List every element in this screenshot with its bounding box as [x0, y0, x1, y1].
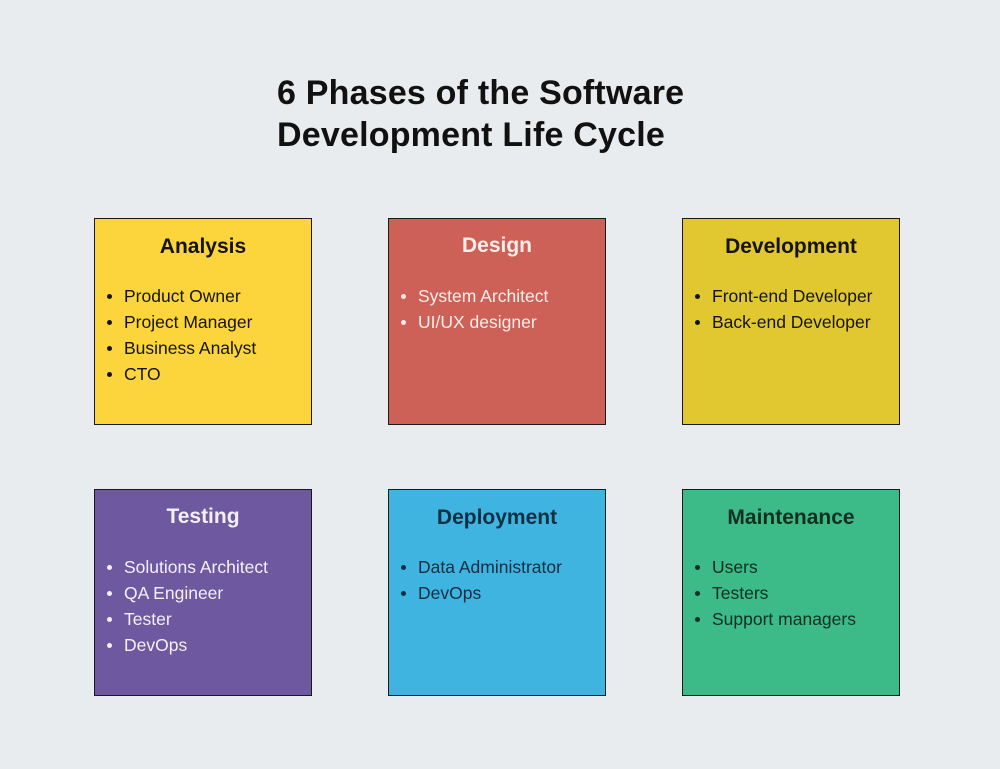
- role-label: Data Administrator: [418, 557, 562, 577]
- role-label: QA Engineer: [124, 583, 224, 603]
- role-label: Users: [712, 557, 758, 577]
- role-label: Front-end Developer: [712, 286, 873, 306]
- phase-title: Design: [461, 234, 532, 257]
- role-list: System Architect UI/UX designer: [399, 283, 548, 335]
- phase-title: Analysis: [159, 235, 247, 258]
- role-label: Testers: [712, 583, 769, 603]
- phase-title: Maintenance: [727, 506, 855, 529]
- role-item: Testers: [693, 580, 856, 606]
- role-list: Data Administrator DevOps: [399, 554, 562, 606]
- role-label: DevOps: [124, 635, 188, 655]
- phase-card-design: Design System Architect UI/UX designer: [388, 218, 606, 425]
- phase-card-testing: Testing Solutions Architect QA Engineer …: [94, 489, 312, 696]
- role-item: Data Administrator: [399, 554, 562, 580]
- bullet-icon: [107, 293, 112, 299]
- role-item: UI/UX designer: [399, 309, 548, 335]
- phase-card-maintenance: Maintenance Users Testers Support manage…: [682, 489, 900, 696]
- role-list: Solutions Architect QA Engineer Tester D…: [105, 554, 268, 658]
- role-item: Solutions Architect: [105, 554, 268, 580]
- bullet-icon: [107, 590, 112, 596]
- role-item: Front-end Developer: [693, 283, 873, 309]
- phase-card-deployment: Deployment Data Administrator DevOps: [388, 489, 606, 696]
- bullet-icon: [695, 616, 700, 622]
- role-item: System Architect: [399, 283, 548, 309]
- role-label: System Architect: [418, 286, 549, 306]
- role-list: Product Owner Project Manager Business A…: [105, 283, 256, 387]
- role-item: Tester: [105, 606, 268, 632]
- role-item: Project Manager: [105, 309, 256, 335]
- role-label: Tester: [124, 609, 172, 629]
- bullet-icon: [695, 293, 700, 299]
- role-label: DevOps: [418, 583, 482, 603]
- phase-title: Development: [725, 235, 857, 258]
- bullet-icon: [695, 319, 700, 325]
- bullet-icon: [695, 590, 700, 596]
- bullet-icon: [107, 642, 112, 648]
- role-item: Product Owner: [105, 283, 256, 309]
- bullet-icon: [107, 345, 112, 351]
- role-label: Solutions Architect: [124, 557, 268, 577]
- phase-card-development: Development Front-end Developer Back-end…: [682, 218, 900, 425]
- role-item: Back-end Developer: [693, 309, 873, 335]
- role-list: Front-end Developer Back-end Developer: [693, 283, 873, 335]
- role-item: CTO: [105, 361, 256, 387]
- role-item: Business Analyst: [105, 335, 256, 361]
- diagram-title: 6 Phases of the Software Development Lif…: [277, 72, 684, 156]
- bullet-icon: [401, 590, 406, 596]
- role-list: Users Testers Support managers: [693, 554, 856, 632]
- role-label: Business Analyst: [124, 338, 257, 358]
- role-item: DevOps: [399, 580, 562, 606]
- phase-title: Deployment: [436, 506, 558, 529]
- role-item: Users: [693, 554, 856, 580]
- bullet-icon: [695, 564, 700, 570]
- bullet-icon: [107, 319, 112, 325]
- role-label: Back-end Developer: [712, 312, 871, 332]
- role-item: QA Engineer: [105, 580, 268, 606]
- role-label: Support managers: [712, 609, 856, 629]
- role-label: Project Manager: [124, 312, 253, 332]
- role-label: Product Owner: [124, 286, 241, 306]
- title-line-1: 6 Phases of the Software: [277, 74, 685, 112]
- role-label: CTO: [124, 364, 161, 384]
- phase-title: Testing: [166, 505, 240, 528]
- bullet-icon: [401, 564, 406, 570]
- bullet-icon: [107, 564, 112, 570]
- title-line-2: Development Life Cycle: [277, 116, 665, 154]
- role-label: UI/UX designer: [418, 312, 537, 332]
- bullet-icon: [107, 371, 112, 377]
- role-item: DevOps: [105, 632, 268, 658]
- bullet-icon: [401, 293, 406, 299]
- bullet-icon: [107, 616, 112, 622]
- role-item: Support managers: [693, 606, 856, 632]
- bullet-icon: [401, 319, 406, 325]
- phase-card-analysis: Analysis Product Owner Project Manager B…: [94, 218, 312, 425]
